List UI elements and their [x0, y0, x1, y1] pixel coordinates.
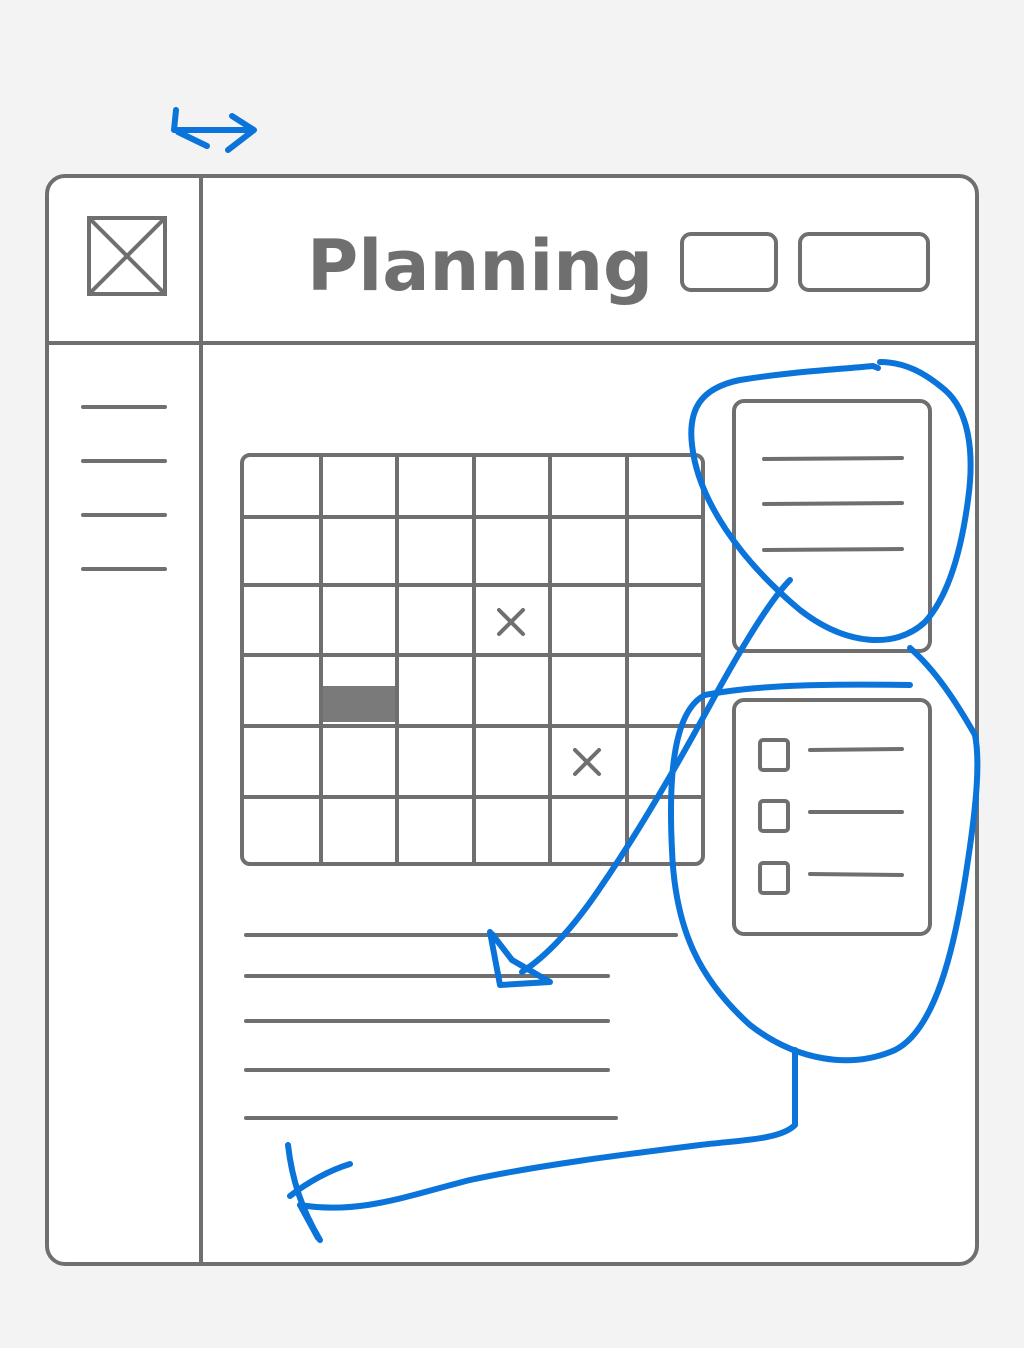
- checklist-label-3: [808, 872, 904, 877]
- notes-line-1: [762, 456, 904, 461]
- notes-line-3: [762, 547, 904, 552]
- header-button-1[interactable]: [680, 232, 778, 292]
- checkbox-3[interactable]: [758, 861, 790, 895]
- header-button-2[interactable]: [798, 232, 930, 292]
- checkbox-1[interactable]: [758, 738, 790, 772]
- checkbox-2[interactable]: [758, 799, 790, 833]
- page-title: Planning: [307, 225, 653, 307]
- resize-double-arrow-icon: [171, 107, 257, 153]
- planning-wireframe-canvas: Planning: [0, 0, 1024, 1343]
- calendar-selected-cell[interactable]: [321, 686, 397, 722]
- checklist-label-1: [808, 747, 904, 752]
- checklist-card[interactable]: [732, 698, 932, 936]
- wireframe-svg: Planning: [45, 107, 981, 1266]
- notes-line-2: [762, 501, 904, 506]
